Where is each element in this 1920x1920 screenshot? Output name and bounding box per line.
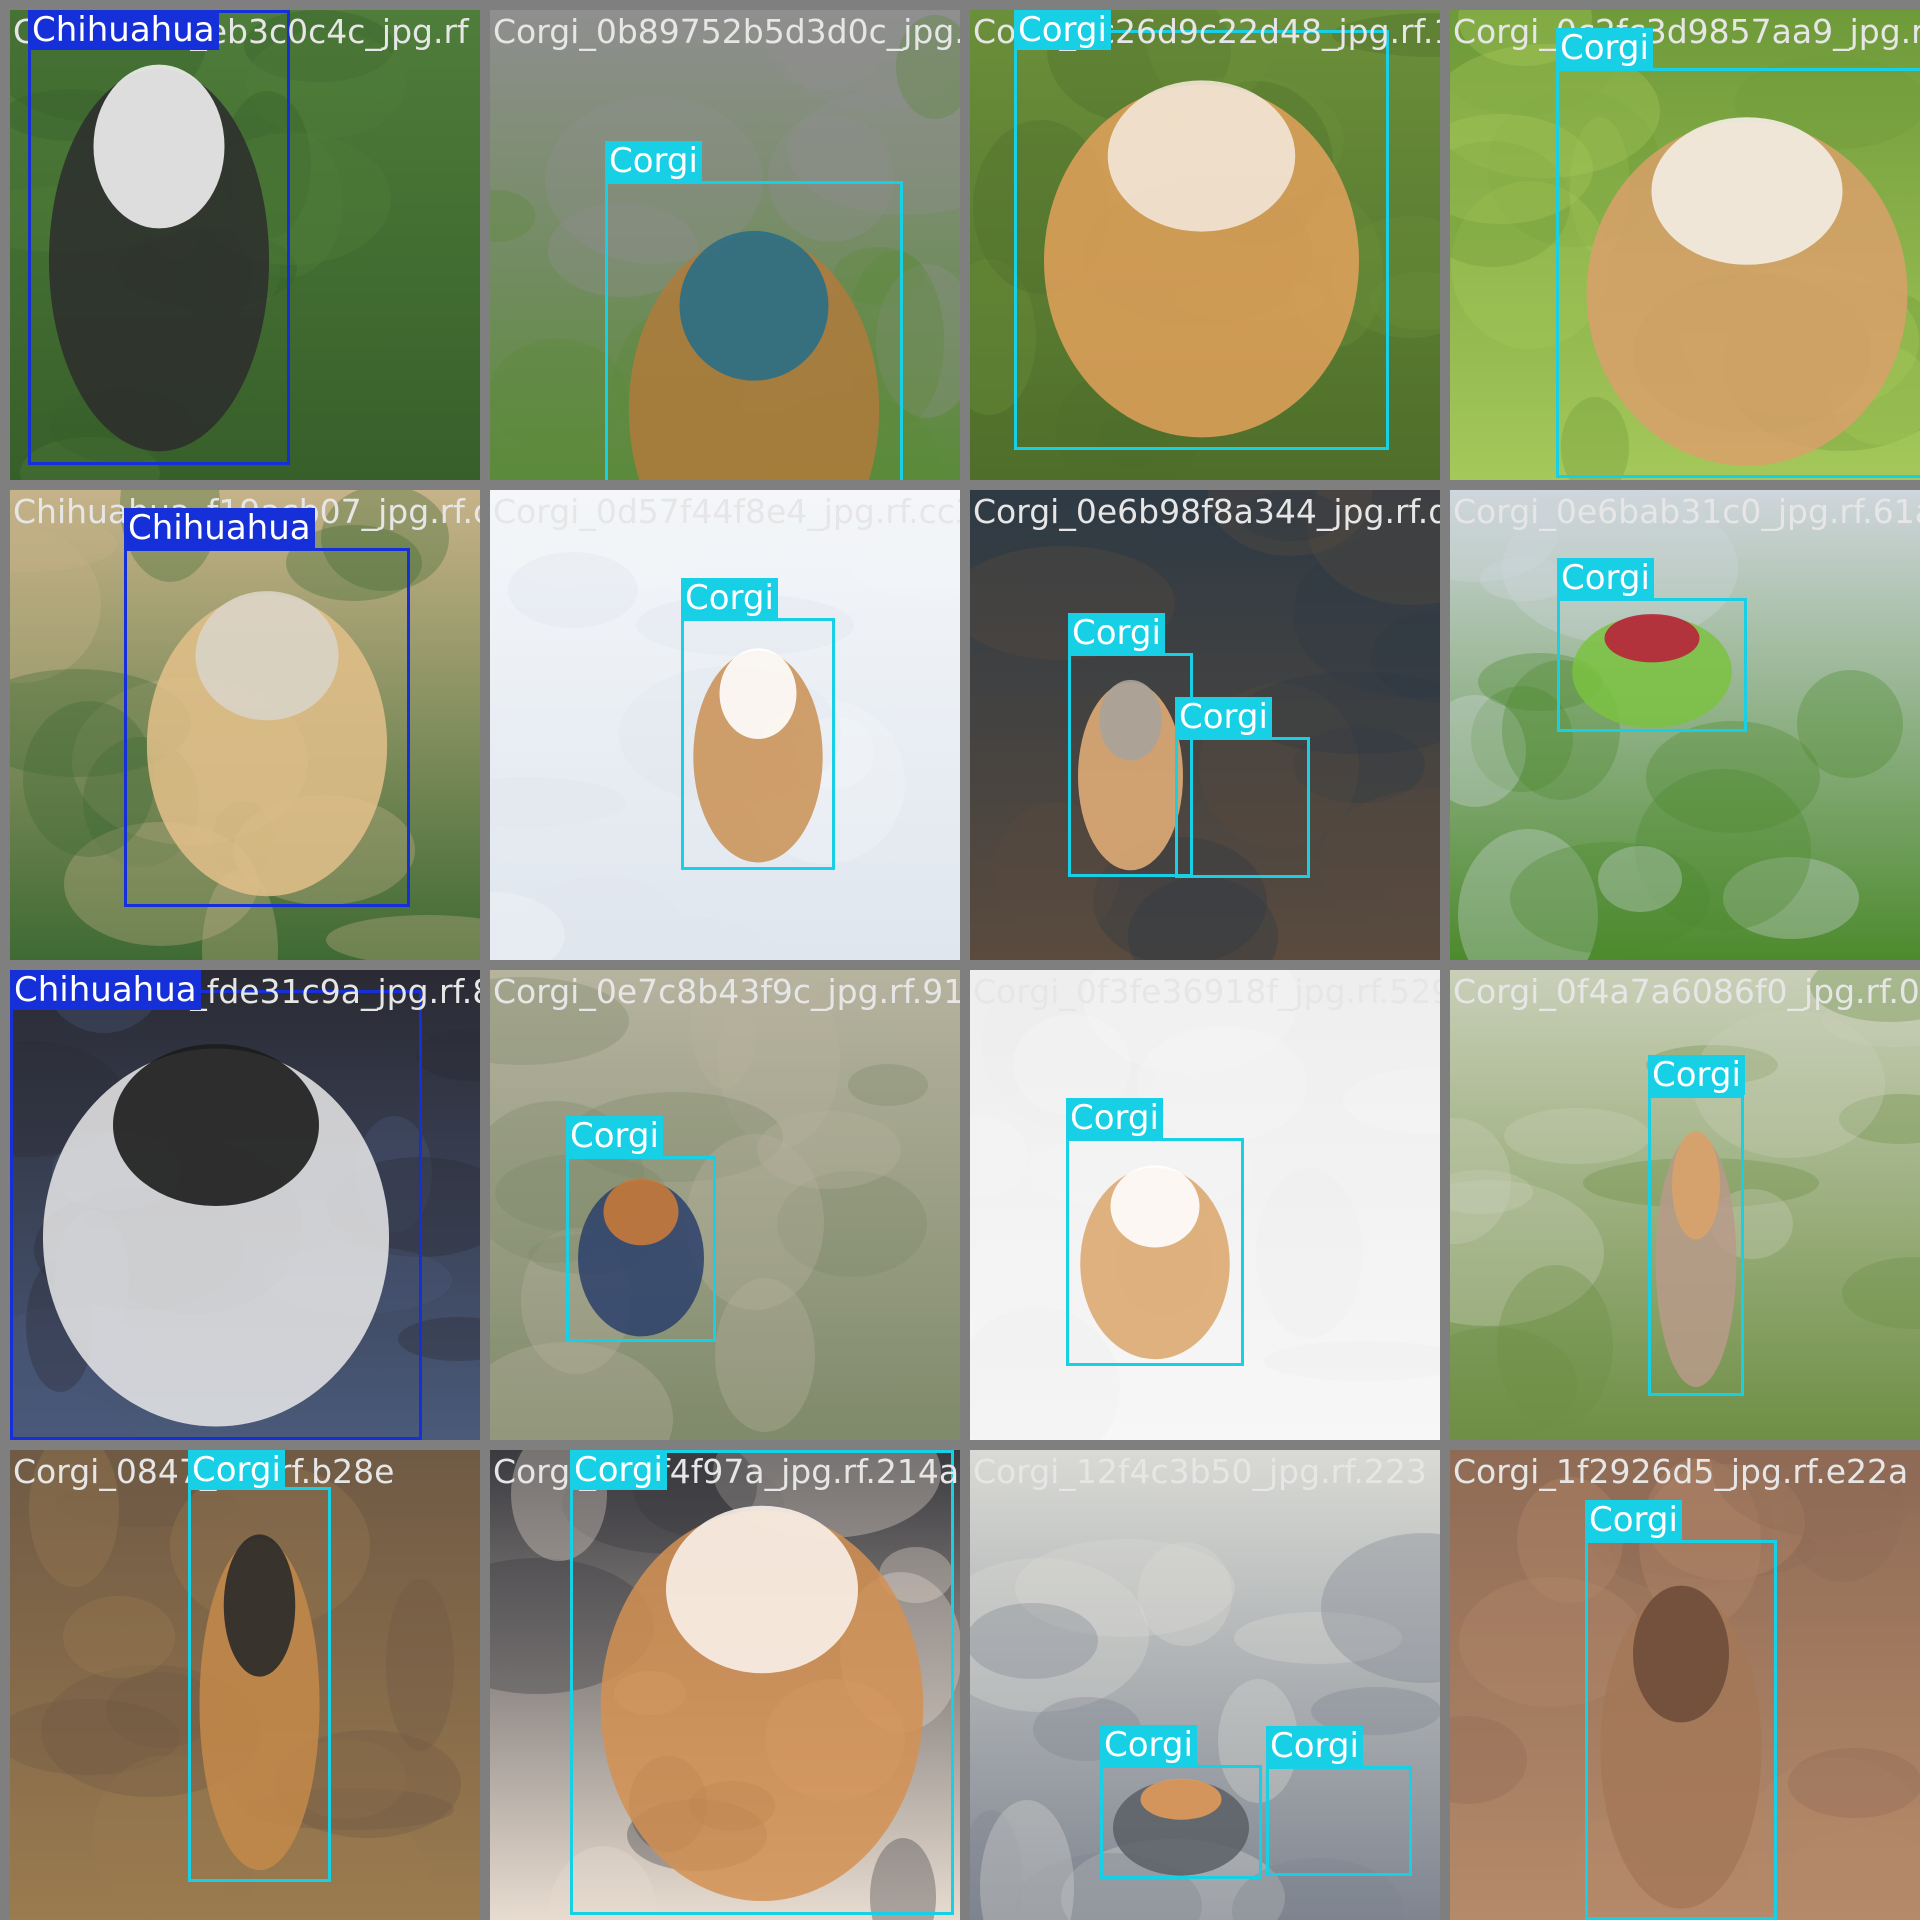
image-tile: Chihuahua_f19acb07_jpg.rf.cChihuahua [10, 490, 480, 960]
bounding-box [1266, 1766, 1412, 1876]
bounding-box [570, 1450, 954, 1915]
bounding-box [1585, 1540, 1777, 1920]
box-label: Chihuahua [124, 508, 315, 548]
image-tile: Corgi_0b89752b5d3d0c_jpg.rf.c08e Corgi [490, 10, 960, 480]
image-tile: Corgi_0c26d9c22d48_jpg.rf.139cCorgi [970, 10, 1440, 480]
image-tile: Chihuahua_fde31c9a_jpg.rf.8 Chihuahua [10, 970, 480, 1440]
tile-filename: Corgi_0e6bab31c0_jpg.rf.61a6 [1453, 492, 1920, 531]
bounding-box [1175, 737, 1310, 878]
detection-mosaic: Chihuahua_eb3c0c4c_jpg.rf Chihuahua Corgi_… [0, 0, 1920, 1920]
bounding-box [605, 181, 903, 480]
box-label: Corgi [605, 141, 702, 181]
image-tile: Corgi_0847_jpg.rf.b28eCorgi [10, 1450, 480, 1920]
bounding-box [28, 10, 290, 465]
box-label: Corgi [1068, 613, 1165, 653]
photo [490, 970, 960, 1440]
bounding-box [1014, 30, 1389, 450]
image-tile: Corgi_11ef4f97a_jpg.rf.214a Corgi [490, 1450, 960, 1920]
tile-filename: Corgi_11ef4f97a_jpg.rf.214a [493, 1452, 960, 1491]
box-label: Corgi [681, 578, 778, 618]
box-label: Chihuahua [28, 10, 219, 50]
bounding-box [1066, 1138, 1244, 1366]
tile-filename: Corgi_0e7c8b43f9c_jpg.rf.91fe5 [493, 972, 960, 1011]
image-tile: Corgi_0f3fe36918f_jpg.rf.529 Corgi [970, 970, 1440, 1440]
image-tile: Corgi_1f2926d5_jpg.rf.e22a Corgi [1450, 1450, 1920, 1920]
bounding-box [124, 548, 410, 907]
box-label: Corgi [1266, 1726, 1363, 1766]
box-label: Corgi [188, 1450, 285, 1490]
box-label: Corgi [570, 1450, 667, 1490]
bounding-box [566, 1156, 716, 1342]
bounding-box [1557, 598, 1747, 732]
box-label: Corgi [566, 1116, 663, 1156]
image-tile: Corgi_0c2fc3d9857aa9_jpg.rf.d1faCorgi [1450, 10, 1920, 480]
bounding-box [10, 990, 422, 1440]
box-label: Corgi [1014, 10, 1111, 50]
box-label: Corgi [1066, 1098, 1163, 1138]
image-tile: Corgi_0e7c8b43f9c_jpg.rf.91fe5 Corgi [490, 970, 960, 1440]
bounding-box [188, 1487, 331, 1882]
tile-filename: Corgi_0f3fe36918f_jpg.rf.529 [973, 972, 1440, 1011]
box-label: Corgi [1175, 697, 1272, 737]
image-tile: Corgi_0e6b98f8a344_jpg.rf.de5f9 Corgi Corg… [970, 490, 1440, 960]
image-tile: Corgi_0d57f44f8e4_jpg.rf.cc3 Corgi [490, 490, 960, 960]
image-tile: Corgi_0f4a7a6086f0_jpg.rf.0 Corgi [1450, 970, 1920, 1440]
tile-filename: Corgi_0e6b98f8a344_jpg.rf.de5f9 [973, 492, 1440, 531]
tile-filename: Corgi_0f4a7a6086f0_jpg.rf.0 [1453, 972, 1920, 1011]
box-label: Chihuahua [10, 970, 201, 1010]
image-tile: Corgi_0e6bab31c0_jpg.rf.61a6 Corgi [1450, 490, 1920, 960]
tile-filename: Corgi_0b89752b5d3d0c_jpg.rf.c08e [493, 12, 960, 51]
tile-filename: Corgi_12f4c3b50_jpg.rf.223 [973, 1452, 1427, 1491]
box-label: Corgi [1100, 1725, 1197, 1765]
bounding-box [1556, 68, 1920, 478]
box-label: Corgi [1648, 1055, 1745, 1095]
box-label: Corgi [1585, 1500, 1682, 1540]
image-tile: Chihuahua_eb3c0c4c_jpg.rf Chihuahua [10, 10, 480, 480]
bounding-box [681, 618, 835, 870]
bounding-box [1100, 1765, 1262, 1879]
tile-filename: Corgi_1f2926d5_jpg.rf.e22a [1453, 1452, 1909, 1491]
bounding-box [1648, 1095, 1744, 1396]
box-label: Corgi [1556, 28, 1653, 68]
image-tile: Corgi_12f4c3b50_jpg.rf.223 Corgi Corgi [970, 1450, 1440, 1920]
tile-filename: Corgi_0d57f44f8e4_jpg.rf.cc3 [493, 492, 960, 531]
box-label: Corgi [1557, 558, 1654, 598]
tile-filename: Corgi_0c2fc3d9857aa9_jpg.rf.d1fa [1453, 12, 1920, 51]
